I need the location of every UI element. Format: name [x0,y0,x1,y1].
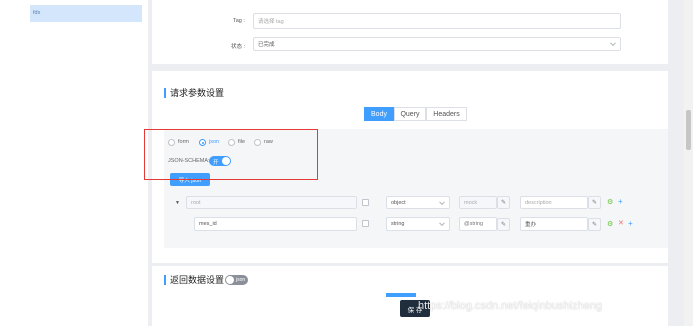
field-mock-edit-button[interactable]: ✎ [497,218,510,231]
field-description-text: 重办 [525,222,537,228]
field-description-input[interactable]: 重办 [520,217,588,231]
response-section-title: 返回数据设置 [164,275,224,285]
response-tab-indicator[interactable] [386,293,416,297]
chevron-down-icon [439,198,445,205]
root-mock-text: mock [464,199,478,206]
highlight-box [144,129,318,180]
root-description-edit-button[interactable]: ✎ [588,196,601,209]
tag-label: Tag : [233,18,245,24]
pencil-icon: ✎ [500,200,507,206]
tab-body[interactable]: Body [364,107,394,121]
root-mock-edit-button[interactable]: ✎ [497,196,510,209]
add-icon[interactable]: + [628,220,633,228]
delete-icon[interactable]: ✕ [618,220,624,227]
response-json-toggle[interactable]: json [225,275,248,285]
status-value: 已完成 [258,42,275,48]
tab-headers[interactable]: Headers [426,107,467,121]
field-description-edit-button[interactable]: ✎ [588,218,601,231]
tab-query[interactable]: Query [394,107,426,121]
sidebar-item-selected[interactable]: fdx [30,5,142,22]
status-label: 状态 : [231,44,246,50]
field-name-input[interactable]: mes_id [194,217,357,231]
tag-placeholder: 请选择 tag [258,19,284,25]
scrollbar-thumb[interactable] [686,110,691,150]
field-mock-text: @string [464,221,484,227]
chevron-down-icon [439,220,445,227]
tag-select[interactable]: 请选择 tag [253,13,621,29]
root-required-checkbox[interactable] [362,199,369,206]
root-name-text: root [191,199,201,206]
settings-icon[interactable]: ⚙ [607,221,613,228]
basic-info-panel [152,0,668,64]
field-required-checkbox[interactable] [362,220,369,227]
pencil-icon: ✎ [591,222,598,228]
root-type-select[interactable]: object [386,196,450,209]
root-name-input: root [186,196,357,209]
response-toggle-text: json [236,277,246,283]
root-description-text: description [525,199,552,206]
field-type-select[interactable]: string [386,217,450,231]
add-icon[interactable]: + [618,198,623,206]
chevron-down-icon [610,40,616,47]
root-description-input[interactable]: description [520,196,588,209]
status-select[interactable]: 已完成 [253,37,621,51]
field-mock-input[interactable]: @string [459,217,497,231]
field-name-text: mes_id [199,221,217,227]
field-type-value: string [391,221,405,227]
pencil-icon: ✎ [500,222,507,228]
settings-icon[interactable]: ⚙ [607,199,613,206]
left-sidebar [0,0,148,326]
pencil-icon: ✎ [591,200,598,206]
root-type-value: object [391,199,406,206]
sidebar-item-label: fdx [33,10,41,16]
request-section-title: 请求参数设置 [164,88,224,98]
toggle-knob [226,276,234,284]
root-mock-input: mock [459,196,497,209]
watermark: https://blog.csdn.net/feiqinbushizheng [418,300,603,312]
scrollbar-track[interactable] [684,0,693,326]
caret-down-icon[interactable]: ▼ [175,200,180,207]
